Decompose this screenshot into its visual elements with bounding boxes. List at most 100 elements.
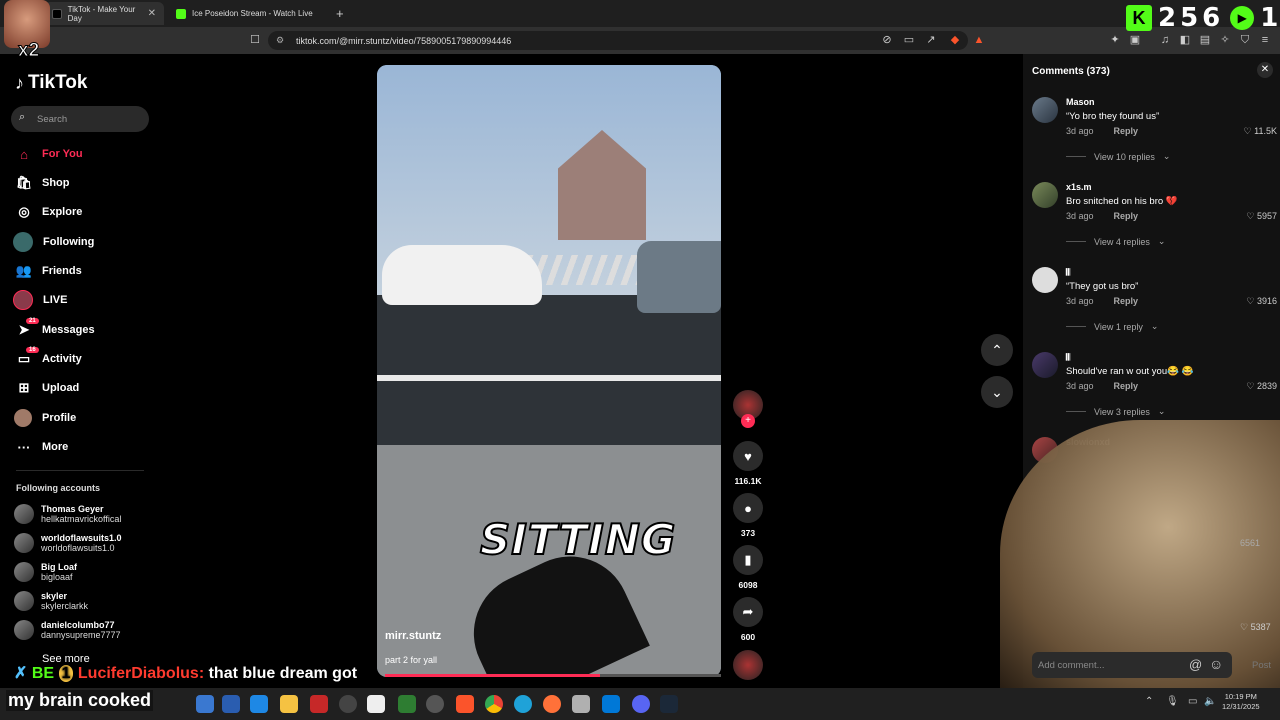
app-icon[interactable]	[398, 695, 416, 713]
menu-icon[interactable]: ≡	[1258, 33, 1272, 47]
microphone-icon[interactable]: 🎙	[1166, 696, 1179, 707]
sound-disc-button[interactable]	[732, 650, 764, 680]
app-icon[interactable]	[310, 695, 328, 713]
vpn-shield-icon[interactable]: ⛉	[1238, 33, 1252, 47]
avatar[interactable]	[1032, 97, 1058, 123]
close-tab-icon[interactable]: ✕	[148, 8, 156, 19]
reading-icon[interactable]: ▤	[1198, 33, 1212, 47]
nav-live[interactable]: LIVE	[13, 290, 67, 310]
tab-ice-poseidon[interactable]: Ice Poseidon Stream - Watch Live	[168, 2, 328, 25]
mention-icon[interactable]: @	[1189, 657, 1202, 672]
video-username[interactable]: mirr.stuntz	[385, 630, 441, 642]
leo-icon[interactable]: ✧	[1218, 33, 1232, 47]
nav-friends[interactable]: 👥 Friends	[16, 261, 82, 281]
following-account[interactable]: Thomas Geyer hellkatmavrickoffical	[14, 501, 121, 527]
avatar[interactable]	[1032, 352, 1058, 378]
nav-for-you[interactable]: ⌂ For You	[16, 144, 82, 164]
comment-button[interactable]: ● 373	[732, 493, 764, 538]
app-icon[interactable]	[250, 695, 268, 713]
steam-icon[interactable]	[660, 695, 678, 713]
video-player[interactable]	[377, 65, 721, 677]
media-icon[interactable]: ♫	[1158, 33, 1172, 47]
share-button[interactable]: ➦ 600	[732, 597, 764, 642]
post-button[interactable]: Post	[1252, 660, 1271, 671]
view-replies-button[interactable]: View 4 replies ⌄	[1066, 236, 1165, 247]
nav-shop[interactable]: 🛍 Shop	[16, 173, 70, 193]
next-video-button[interactable]: ⌄	[981, 376, 1013, 408]
view-replies-button[interactable]: View 1 reply ⌄	[1066, 321, 1158, 332]
like-button[interactable]: ♥ 116.1K	[732, 441, 764, 486]
view-replies-button[interactable]: View 3 replies ⌄	[1066, 406, 1165, 417]
brave-icon[interactable]	[456, 695, 474, 713]
reply-button[interactable]: Reply	[1114, 126, 1139, 136]
volume-icon[interactable]: 🔈	[1204, 696, 1216, 707]
taskbar-clock[interactable]: 10:19 PM 12/31/2025	[1222, 692, 1260, 712]
chrome-icon[interactable]	[485, 695, 503, 713]
url-field[interactable]: ⚙ tiktok.com/@mirr.stuntz/video/75890051…	[268, 31, 968, 50]
vscode-icon[interactable]	[602, 695, 620, 713]
save-button[interactable]: ▮ 6098	[732, 545, 764, 590]
nav-more[interactable]: ··· More	[16, 437, 69, 457]
emoji-icon[interactable]: ☺	[1209, 656, 1223, 672]
comment-like-button[interactable]: ♡ 11.5K	[1244, 126, 1277, 137]
nav-activity[interactable]: ▭ 16 Activity	[16, 347, 82, 369]
tab-tiktok[interactable]: TikTok - Make Your Day ✕	[44, 2, 164, 25]
share-icon[interactable]: ↗	[924, 33, 938, 47]
comment-author[interactable]: 𝄃𝄃	[1066, 267, 1070, 278]
app-icon[interactable]	[367, 695, 385, 713]
comment-author[interactable]: x1s.m	[1066, 182, 1092, 192]
firefox-icon[interactable]	[543, 695, 561, 713]
comment-like-button[interactable]: ♡ 3916	[1246, 296, 1277, 307]
wallet-icon[interactable]: ▣	[1128, 33, 1142, 47]
tiktok-logo[interactable]: ♪ TikTok	[15, 72, 87, 94]
nav-messages[interactable]: ➤ 21 Messages	[16, 318, 95, 340]
avatar[interactable]	[1032, 267, 1058, 293]
following-account[interactable]: worldoflawsuits1.0 worldoflawsuits1.0	[14, 530, 122, 556]
network-icon[interactable]: ▭	[1188, 696, 1197, 707]
search-input[interactable]: ⌕ Search	[11, 106, 149, 132]
add-comment-placeholder: Add comment...	[1038, 659, 1105, 671]
nav-profile[interactable]: Profile	[14, 408, 76, 428]
nav-following[interactable]: Following	[13, 232, 94, 252]
creator-avatar-button[interactable]: +	[732, 390, 764, 428]
account-name: Thomas Geyer	[41, 504, 104, 514]
reply-button[interactable]: Reply	[1114, 296, 1139, 306]
reply-button[interactable]: Reply	[1114, 211, 1139, 221]
video-progress-bar[interactable]	[385, 674, 721, 677]
app-icon[interactable]	[339, 695, 357, 713]
comment-author[interactable]: 𝄃𝄃	[1066, 352, 1070, 363]
comment-like-button[interactable]: ♡ 5957	[1246, 211, 1277, 222]
following-account[interactable]: danielcolumbo77 dannysupreme7777	[14, 617, 121, 643]
app-icon[interactable]	[572, 695, 590, 713]
nav-upload[interactable]: ⊞ Upload	[16, 378, 80, 398]
file-explorer-icon[interactable]	[280, 695, 298, 713]
avatar[interactable]	[1032, 182, 1058, 208]
brave-shield-icon[interactable]: ◆	[948, 33, 962, 47]
nav-label: Upload	[42, 382, 80, 394]
cast-icon[interactable]: ▭	[902, 33, 916, 47]
follow-plus-icon[interactable]: +	[741, 414, 755, 428]
brave-rewards-icon[interactable]: ▲	[972, 33, 986, 47]
bookmark-icon[interactable]: ☐	[248, 33, 262, 47]
following-account[interactable]: Big Loaf bigloaaf	[14, 559, 77, 585]
close-comments-button[interactable]: ✕	[1257, 62, 1273, 78]
tray-chevron-icon[interactable]: ⌃	[1145, 696, 1153, 707]
app-icon[interactable]	[426, 695, 444, 713]
extensions-icon[interactable]: ✦	[1108, 33, 1122, 47]
comment-author[interactable]: Mason	[1066, 97, 1095, 107]
no-video-icon[interactable]: ⊘	[880, 33, 894, 47]
new-tab-button[interactable]: +	[336, 6, 344, 21]
nav-explore[interactable]: ◎ Explore	[16, 202, 82, 222]
comment-like-button[interactable]: ♡ 2839	[1246, 381, 1277, 392]
app-icon[interactable]	[222, 695, 240, 713]
nav-label: LIVE	[43, 294, 68, 306]
site-info-icon[interactable]: ⚙	[276, 35, 284, 46]
sidebar-toggle-icon[interactable]: ◧	[1178, 33, 1192, 47]
reply-button[interactable]: Reply	[1114, 381, 1139, 391]
view-replies-button[interactable]: View 10 replies ⌄	[1066, 151, 1170, 162]
app-icon[interactable]	[196, 695, 214, 713]
following-account[interactable]: skyler skylerclarkk	[14, 588, 88, 614]
edge-icon[interactable]	[514, 695, 532, 713]
discord-icon[interactable]	[632, 695, 650, 713]
previous-video-button[interactable]: ⌃	[981, 334, 1013, 366]
